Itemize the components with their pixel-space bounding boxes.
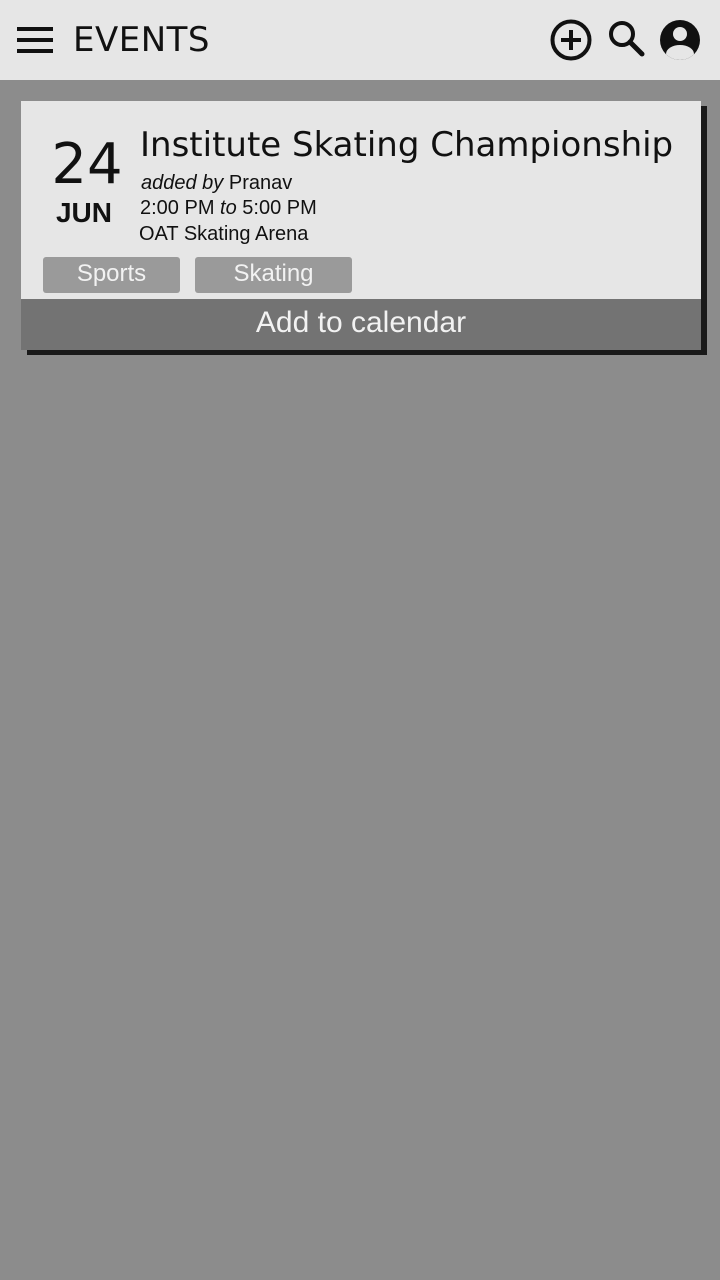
menu-icon-line bbox=[17, 27, 53, 31]
added-by-name: Pranav bbox=[228, 172, 293, 194]
account-circle-icon[interactable] bbox=[658, 18, 702, 62]
event-start-time: 2:00 PM bbox=[140, 197, 215, 219]
page-title: EVENTS bbox=[73, 20, 211, 60]
add-to-calendar-button[interactable]: Add to calendar bbox=[21, 299, 701, 350]
event-time: 2:00 PM to 5:00 PM bbox=[140, 196, 317, 220]
event-venue: OAT Skating Arena bbox=[139, 223, 309, 245]
menu-icon-line bbox=[17, 49, 53, 53]
added-by-prefix: added by bbox=[141, 172, 224, 194]
event-time-separator: to bbox=[220, 197, 237, 219]
event-date-month: JUN bbox=[55, 197, 112, 228]
app-bar: EVENTS bbox=[0, 0, 720, 80]
search-icon[interactable] bbox=[605, 18, 649, 62]
event-added-by: added by Pranav bbox=[141, 171, 292, 195]
event-date-day: 24 bbox=[51, 132, 123, 197]
menu-icon-line bbox=[17, 38, 53, 42]
event-end-time: 5:00 PM bbox=[242, 197, 317, 219]
event-title: Institute Skating Championship bbox=[140, 125, 674, 165]
tag-sports[interactable]: Sports bbox=[43, 257, 180, 293]
add-circle-icon[interactable] bbox=[549, 18, 593, 62]
tag-skating[interactable]: Skating bbox=[195, 257, 352, 293]
event-card[interactable]: 24 JUN Institute Skating Championship ad… bbox=[21, 101, 701, 350]
hamburger-menu-icon[interactable] bbox=[17, 27, 53, 53]
